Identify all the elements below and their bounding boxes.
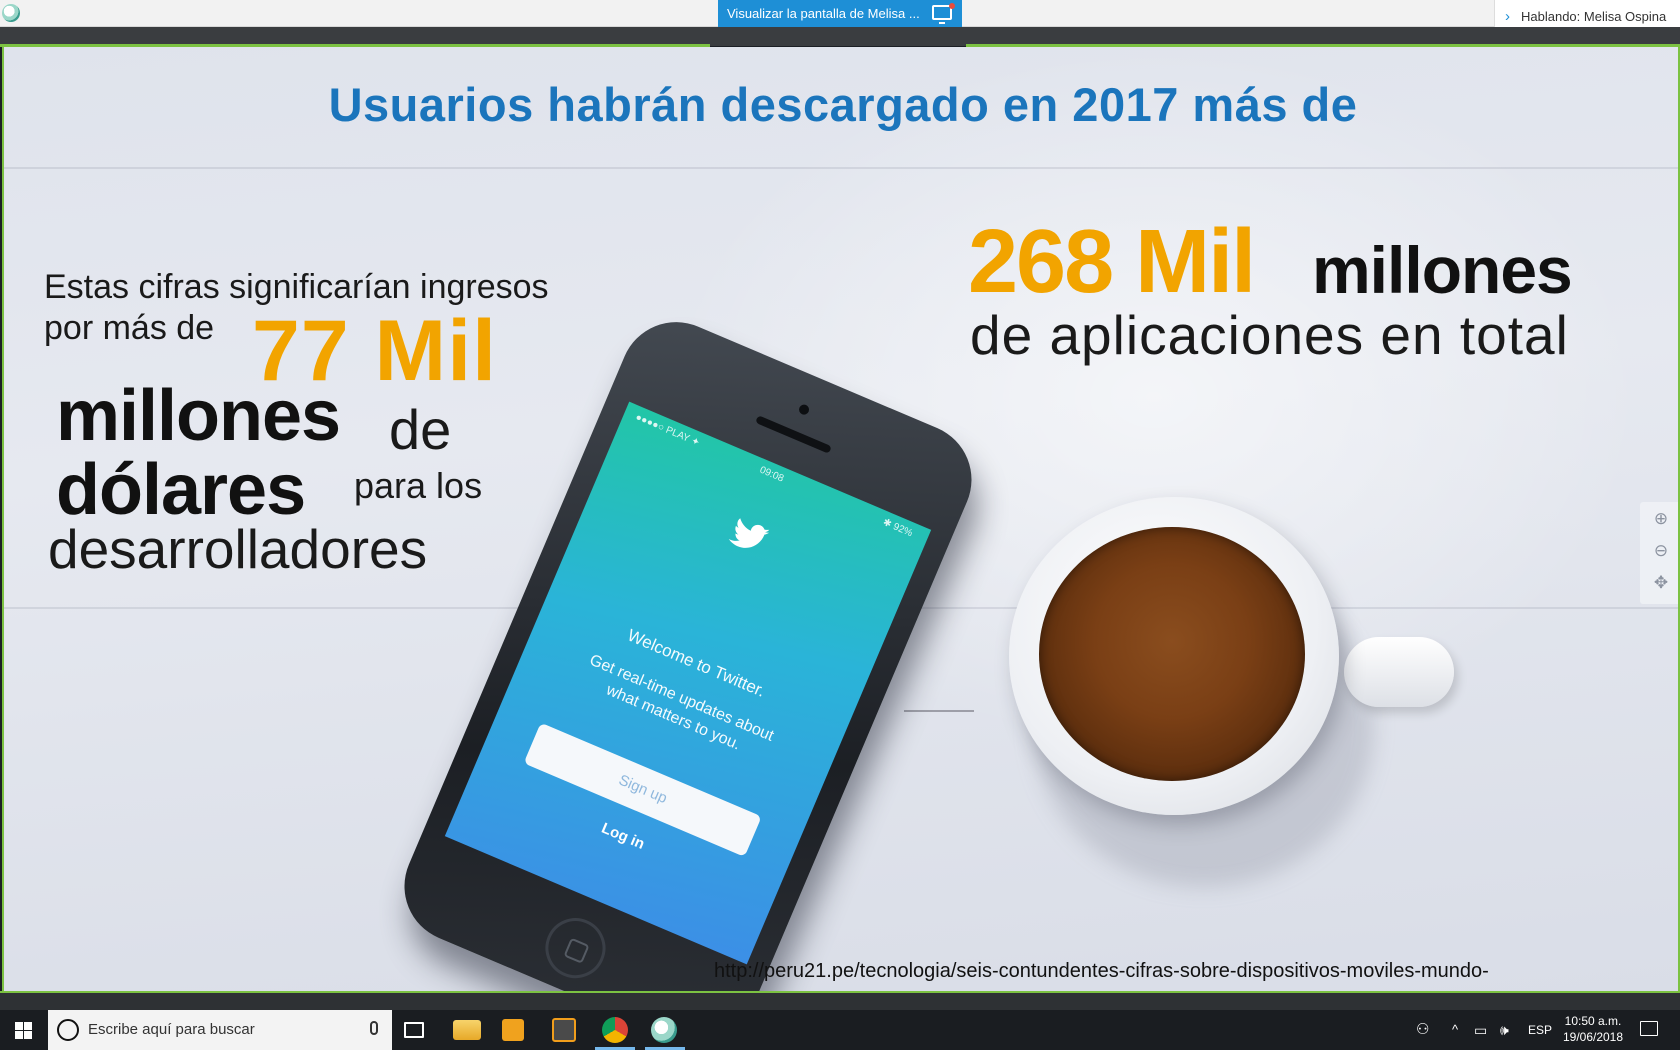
phone-camera [797,403,811,417]
volume-icon[interactable]: 🕪 [1500,1010,1509,1050]
phone-carrier: ●●●●○ PLAY ✦ [633,411,702,449]
notification-icon[interactable] [1640,1021,1658,1036]
cortana-icon [57,1019,79,1041]
meeting-app-icon[interactable] [651,1017,677,1043]
table-mark [904,710,974,712]
source-url: http://peru21.pe/tecnologia/seis-contund… [714,960,1489,982]
zoom-out-icon[interactable]: ⊖ [1650,540,1672,562]
left-para-los: para los [354,465,483,506]
speaking-label: Hablando: Melisa Ospina [1521,9,1667,24]
phone-earpiece [755,415,832,454]
phone-home-button [536,908,615,988]
share-tab-label: Visualizar la pantalla de Melisa ... [727,6,920,21]
people-icon[interactable]: ⚇ [1416,1010,1429,1050]
zoom-controls: ⊕ ⊖ ✥ [1640,502,1678,604]
clock-time: 10:50 a.m. [1564,1014,1622,1028]
search-placeholder: Escribe aquí para buscar [88,1021,255,1038]
clock-date: 19/06/2018 [1562,1030,1624,1044]
chrome-icon[interactable] [602,1017,628,1043]
title-bar: Visualizar la pantalla de Melisa ... › H… [0,0,1680,33]
microphone-icon[interactable] [370,1021,378,1035]
taskbar-search[interactable]: Escribe aquí para buscar [48,1010,392,1050]
left-millones: millones [56,376,341,456]
sublime-icon[interactable] [552,1018,576,1042]
downloads-figure: 268 Mil [968,212,1256,312]
right-millones: millones [1312,233,1573,307]
coffee [1039,527,1305,781]
bottom-frame-strip [0,991,1680,1010]
notification-dot [949,3,955,9]
chevron-up-icon[interactable]: ^ [1452,1010,1458,1050]
left-text-line2: por más de [44,309,215,347]
twitter-bird-icon [724,515,772,564]
windows-start-icon[interactable] [0,1010,48,1050]
task-view-icon[interactable] [404,1022,424,1038]
app-badge-icon[interactable] [2,4,20,22]
phone-battery: ✱ 92% [881,516,915,540]
slide-title: Usuarios habrán descargado en 2017 más d… [328,78,1358,131]
cup-handle [1344,637,1454,707]
left-desarrolladores: desarrolladores [48,518,428,580]
shared-slide: Usuarios habrán descargado en 2017 más d… [2,47,1680,991]
taskbar-clock[interactable]: 10:50 a.m. 19/06/2018 [1558,1013,1628,1045]
zoom-in-icon[interactable]: ⊕ [1650,508,1672,530]
move-icon[interactable]: ✥ [1650,572,1672,594]
phone-image: ●●●●○ PLAY ✦ 09:08 ✱ 92% Welcome to Twit… [387,304,989,991]
network-icon[interactable]: ▭ [1474,1010,1487,1050]
file-explorer-icon[interactable] [453,1020,481,1040]
phone-time: 09:08 [757,464,786,485]
phone-screen: ●●●●○ PLAY ✦ 09:08 ✱ 92% Welcome to Twit… [444,401,932,965]
right-text-line2: de aplicaciones en total [970,304,1569,366]
taskbar: Escribe aquí para buscar ⚇ ^ ▭ 🕪 ESP 10:… [0,1010,1680,1050]
media-player-icon[interactable] [502,1019,524,1041]
language-indicator[interactable]: ESP [1528,1010,1552,1050]
table-grain [4,167,1678,169]
share-screen-tab[interactable]: Visualizar la pantalla de Melisa ... [718,0,962,27]
left-de: de [389,398,452,461]
